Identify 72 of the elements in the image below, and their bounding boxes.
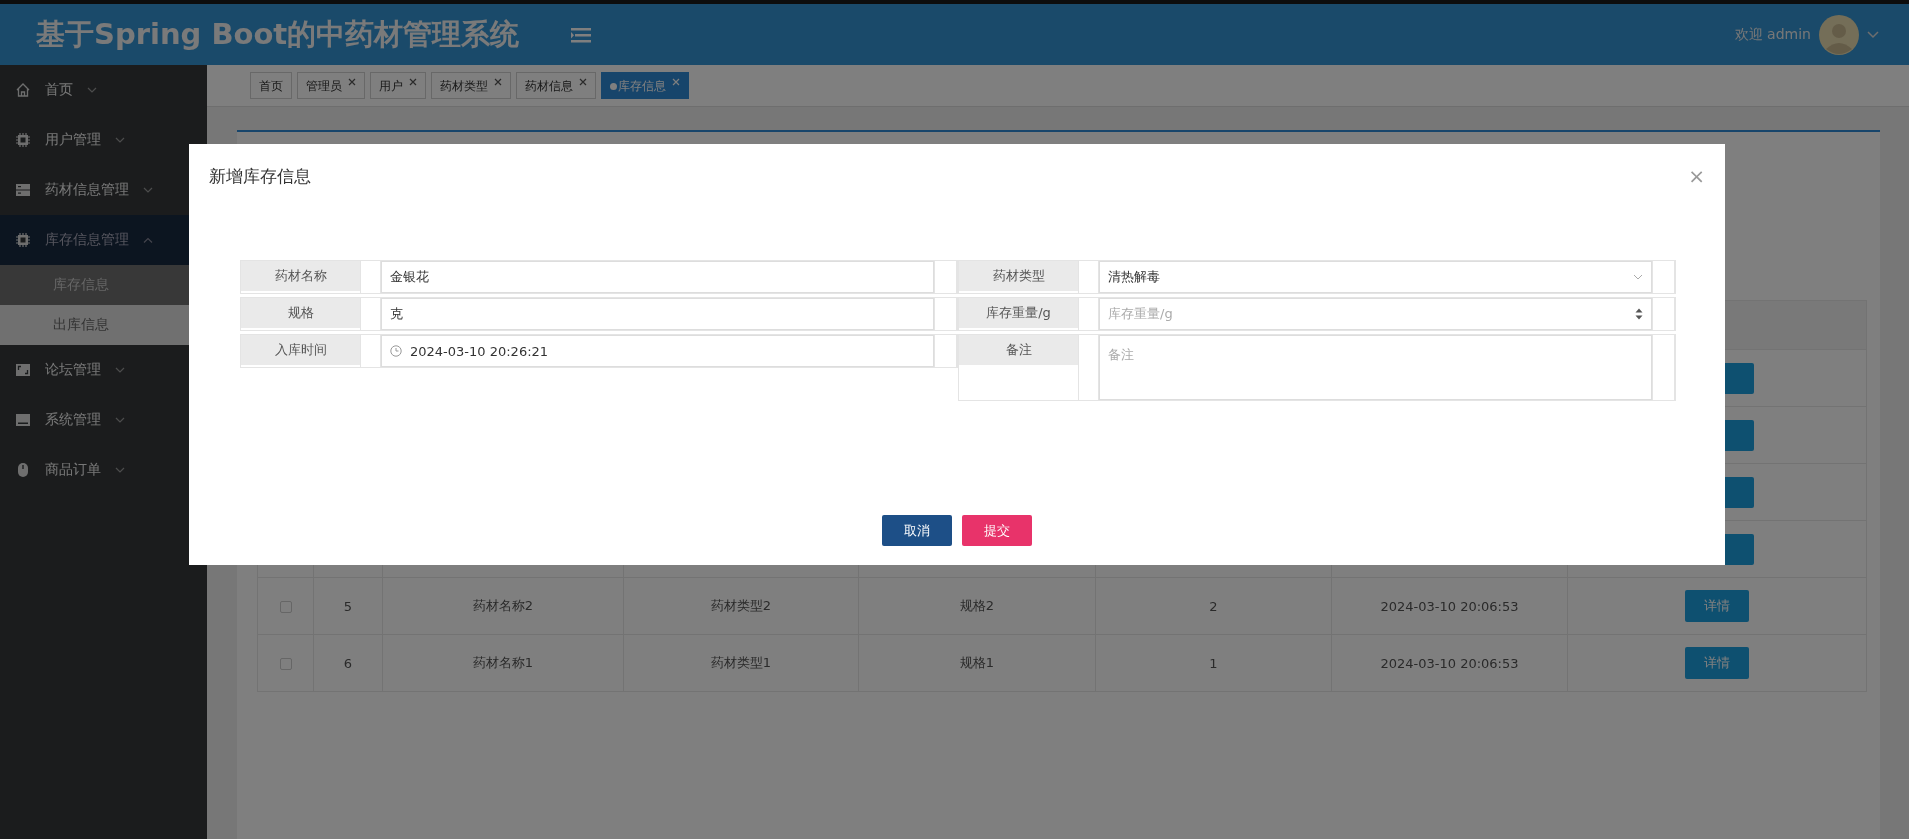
chevron-down-icon bbox=[1867, 30, 1879, 39]
table-cell: 药材名称2 bbox=[472, 598, 534, 613]
menu-item[interactable]: 药材信息管理 bbox=[0, 165, 207, 215]
server-icon bbox=[15, 182, 31, 198]
details-button[interactable]: 详情 bbox=[1685, 647, 1749, 679]
tab[interactable]: 用户 bbox=[370, 72, 426, 99]
number-field[interactable]: 库存重量/g bbox=[1099, 298, 1652, 330]
close-icon bbox=[672, 78, 680, 86]
clock-icon bbox=[390, 345, 402, 357]
avatar-icon[interactable] bbox=[1819, 14, 1859, 55]
menu-icon[interactable] bbox=[571, 25, 592, 44]
mouse-icon bbox=[15, 462, 31, 478]
field-label: 备注 bbox=[959, 335, 1078, 365]
chevron-down-icon bbox=[87, 87, 97, 93]
close-icon bbox=[409, 78, 417, 86]
menu-item[interactable]: 论坛管理 bbox=[0, 345, 207, 395]
close-button[interactable]: × bbox=[1688, 164, 1705, 188]
menu-item[interactable]: 用户管理 bbox=[0, 115, 207, 165]
close-icon bbox=[348, 78, 356, 86]
field-label: 药材名称 bbox=[241, 261, 360, 291]
active-dot-icon bbox=[610, 83, 617, 90]
chevron-down-icon bbox=[143, 187, 153, 193]
table-cell: 1 bbox=[1209, 655, 1218, 671]
submit-button[interactable]: 提交 bbox=[962, 515, 1032, 546]
app-title: 基于Spring Boot的中药材管理系统 bbox=[36, 15, 520, 53]
input-field[interactable]: 金银花 bbox=[381, 261, 934, 293]
date-time-field[interactable]: 2024-03-10 20:26:21 bbox=[381, 335, 934, 367]
select-field[interactable]: 清热解毒 bbox=[1099, 261, 1652, 293]
table-cell: 规格2 bbox=[959, 598, 995, 613]
image-icon bbox=[15, 362, 31, 378]
cancel-button[interactable]: 取消 bbox=[882, 515, 952, 546]
monitor-icon bbox=[15, 412, 31, 428]
chevron-down-icon bbox=[115, 137, 125, 143]
table-cell: 6 bbox=[343, 655, 353, 671]
close-icon bbox=[579, 78, 587, 86]
chip-icon bbox=[15, 132, 31, 148]
menu-item[interactable]: 商品订单 bbox=[0, 445, 207, 495]
table-cell: 2024-03-10 20:06:53 bbox=[1380, 598, 1519, 614]
notes-field[interactable]: 备注 bbox=[1099, 335, 1652, 400]
input-field[interactable]: 克 bbox=[381, 298, 934, 330]
table-cell: 5 bbox=[343, 598, 353, 614]
field-label: 药材类型 bbox=[959, 261, 1078, 291]
chevron-up-icon bbox=[143, 237, 153, 243]
home-icon bbox=[15, 82, 31, 98]
menu-item[interactable]: 首页 bbox=[0, 65, 207, 115]
tab[interactable]: 药材类型 bbox=[431, 72, 511, 99]
tab[interactable]: 药材信息 bbox=[516, 72, 596, 99]
close-icon bbox=[494, 78, 502, 86]
field-label: 入库时间 bbox=[241, 335, 360, 365]
chip-icon bbox=[15, 232, 31, 248]
row-checkbox[interactable] bbox=[279, 601, 292, 613]
chevron-down-icon bbox=[1633, 274, 1643, 280]
menu-item[interactable]: 系统管理 bbox=[0, 395, 207, 445]
table-cell: 药材类型2 bbox=[710, 598, 772, 613]
field-label: 库存重量/g bbox=[959, 298, 1078, 328]
tab[interactable]: 首页 bbox=[250, 72, 292, 99]
table-cell: 2 bbox=[1209, 598, 1218, 614]
tab[interactable]: 管理员 bbox=[297, 72, 365, 99]
spinner-icon bbox=[1635, 307, 1643, 321]
dialog-title: 新增库存信息 bbox=[209, 164, 311, 188]
chevron-down-icon bbox=[115, 467, 125, 473]
table-cell: 规格1 bbox=[959, 655, 995, 670]
table-cell: 药材名称1 bbox=[472, 655, 534, 670]
chevron-down-icon bbox=[115, 417, 125, 423]
row-checkbox[interactable] bbox=[279, 658, 292, 670]
tab[interactable]: 库存信息 bbox=[601, 72, 689, 99]
details-button[interactable]: 详情 bbox=[1685, 590, 1749, 622]
table-cell: 2024-03-10 20:06:53 bbox=[1380, 655, 1519, 671]
welcome-text: 欢迎 admin bbox=[1734, 25, 1811, 44]
chevron-down-icon bbox=[115, 367, 125, 373]
table-cell: 药材类型1 bbox=[710, 655, 772, 670]
field-label: 规格 bbox=[241, 298, 360, 328]
